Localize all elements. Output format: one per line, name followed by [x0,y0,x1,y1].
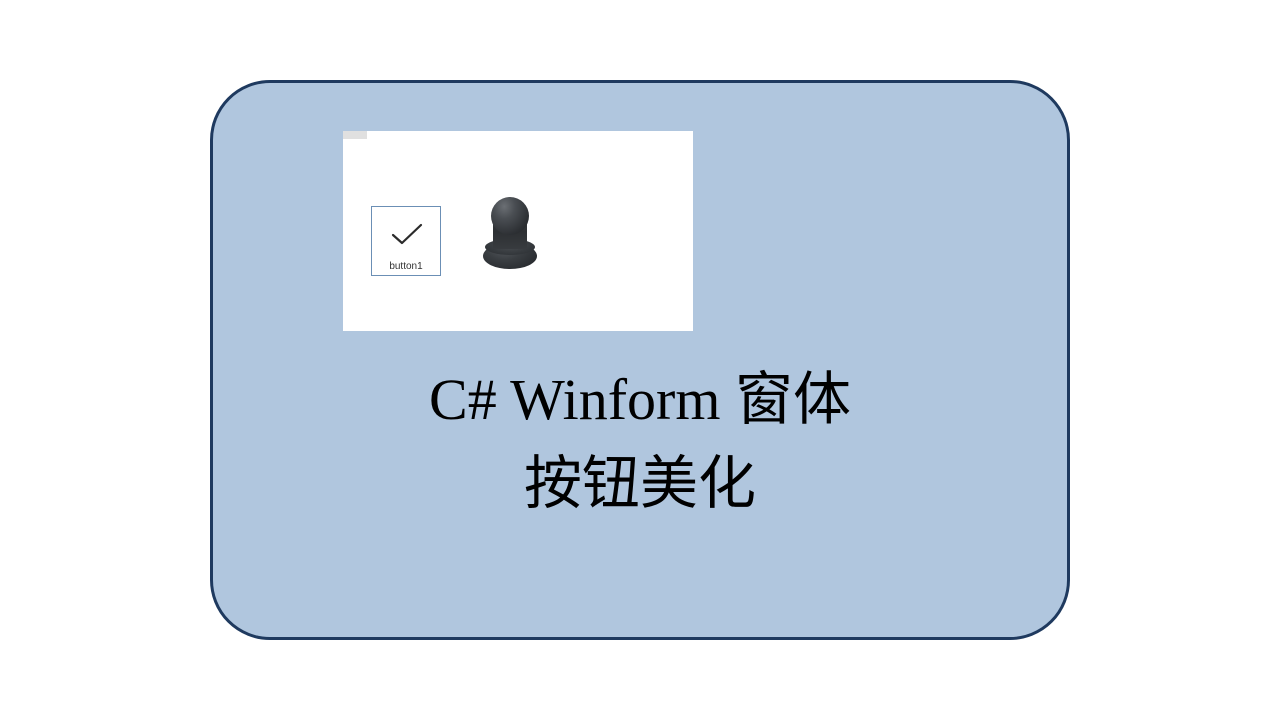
slide-card: button1 C# Winform 窗体 按钮美化 [210,80,1070,640]
title-line1: C# Winform 窗体 [429,367,851,432]
checkmark-icon [390,221,424,249]
slide-title: C# Winform 窗体 按钮美化 [213,358,1067,526]
title-line2: 按钮美化 [524,451,756,516]
knob-button-icon [481,197,539,275]
screenshot-topbar-fragment [343,131,367,139]
winform-button1-label: button1 [389,262,422,272]
winform-screenshot: button1 [343,131,693,331]
winform-button1: button1 [371,206,441,276]
knob-cap [491,197,529,235]
